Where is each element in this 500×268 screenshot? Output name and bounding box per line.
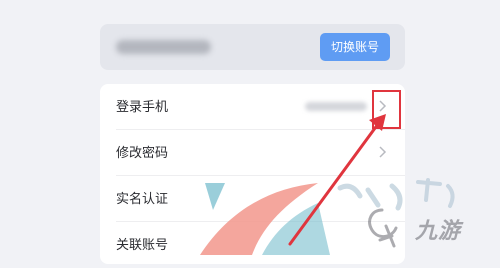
menu-item-linked-accounts[interactable]: 关联账号	[100, 222, 405, 268]
watermark-brush-mark-2	[416, 178, 455, 208]
menu-item-label: 登录手机	[116, 100, 169, 115]
blurred-account-name	[116, 40, 211, 54]
chevron-right-icon	[379, 146, 387, 158]
menu-item-label: 实名认证	[116, 192, 169, 207]
account-settings-menu: 登录手机 修改密码 实名认证 关联账号	[100, 84, 405, 264]
menu-item-real-name[interactable]: 实名认证	[100, 176, 405, 222]
menu-item-login-phone[interactable]: 登录手机	[100, 84, 405, 130]
menu-item-label: 关联账号	[116, 238, 169, 253]
account-card: 切换账号	[100, 24, 405, 70]
menu-item-label: 修改密码	[116, 146, 169, 161]
blurred-phone-number	[305, 102, 367, 111]
switch-account-button[interactable]: 切换账号	[320, 33, 390, 61]
menu-item-change-password[interactable]: 修改密码	[100, 130, 405, 176]
watermark-brand-text: 九游	[415, 219, 462, 244]
highlight-box	[372, 90, 401, 129]
